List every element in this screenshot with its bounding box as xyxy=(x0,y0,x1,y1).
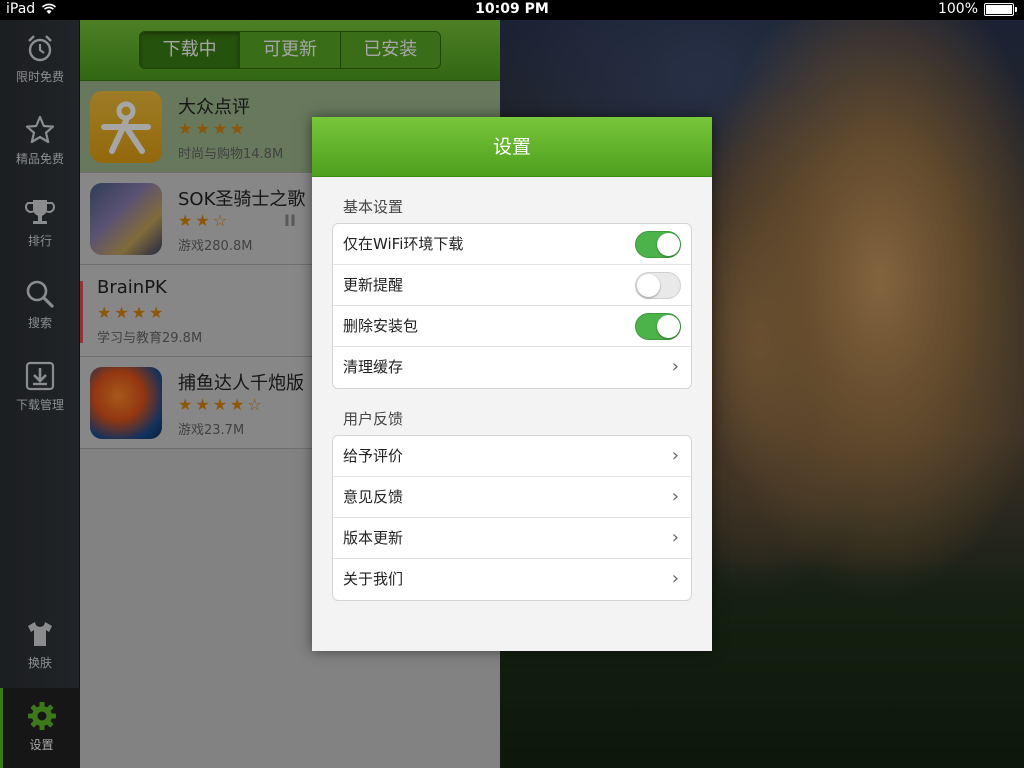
update-reminder-toggle[interactable] xyxy=(635,272,681,299)
chevron-right-icon: › xyxy=(671,486,679,507)
chevron-right-icon: › xyxy=(671,568,679,589)
section-title-basic: 基本设置 xyxy=(343,198,404,216)
delete-package-toggle[interactable] xyxy=(635,313,681,340)
wifi-only-toggle[interactable] xyxy=(635,231,681,258)
feedback-about-us[interactable]: 关于我们 › xyxy=(333,559,691,600)
feedback-rate[interactable]: 给予评价 › xyxy=(333,436,691,477)
battery-percent: 100% xyxy=(937,1,978,17)
section-title-feedback: 用户反馈 xyxy=(343,410,404,428)
feedback-version-update[interactable]: 版本更新 › xyxy=(333,518,691,559)
toggle-knob xyxy=(657,233,680,256)
setting-wifi-only: 仅在WiFi环境下载 xyxy=(333,224,691,265)
status-right: 100% xyxy=(937,1,1017,17)
chevron-right-icon: › xyxy=(671,356,679,377)
feedback-label: 意见反馈 xyxy=(343,488,404,506)
feedback-label: 版本更新 xyxy=(343,529,404,547)
settings-modal: 设置 基本设置 仅在WiFi环境下载 更新提醒 删除安装包 清理缓存 › 用户反… xyxy=(312,117,712,651)
status-bar: iPad 10:09 PM 100% xyxy=(0,0,1024,20)
setting-clear-cache[interactable]: 清理缓存 › xyxy=(333,347,691,388)
toggle-knob xyxy=(637,274,660,297)
status-time: 10:09 PM xyxy=(475,1,549,17)
feedback-suggestion[interactable]: 意见反馈 › xyxy=(333,477,691,518)
setting-delete-package: 删除安装包 xyxy=(333,306,691,347)
battery-fill xyxy=(986,4,1012,14)
setting-label: 更新提醒 xyxy=(343,276,404,294)
setting-label: 仅在WiFi环境下载 xyxy=(343,235,464,253)
setting-label: 删除安装包 xyxy=(343,317,419,335)
feedback-group: 给予评价 › 意见反馈 › 版本更新 › 关于我们 › xyxy=(332,435,692,601)
feedback-label: 关于我们 xyxy=(343,570,404,588)
setting-label: 清理缓存 xyxy=(343,358,404,376)
setting-update-reminder: 更新提醒 xyxy=(333,265,691,306)
chevron-right-icon: › xyxy=(671,445,679,466)
battery-icon xyxy=(984,2,1017,16)
basic-settings-group: 仅在WiFi环境下载 更新提醒 删除安装包 清理缓存 › xyxy=(332,223,692,389)
chevron-right-icon: › xyxy=(671,527,679,548)
toggle-knob xyxy=(657,315,680,338)
modal-title: 设置 xyxy=(312,117,712,177)
feedback-label: 给予评价 xyxy=(343,447,404,465)
